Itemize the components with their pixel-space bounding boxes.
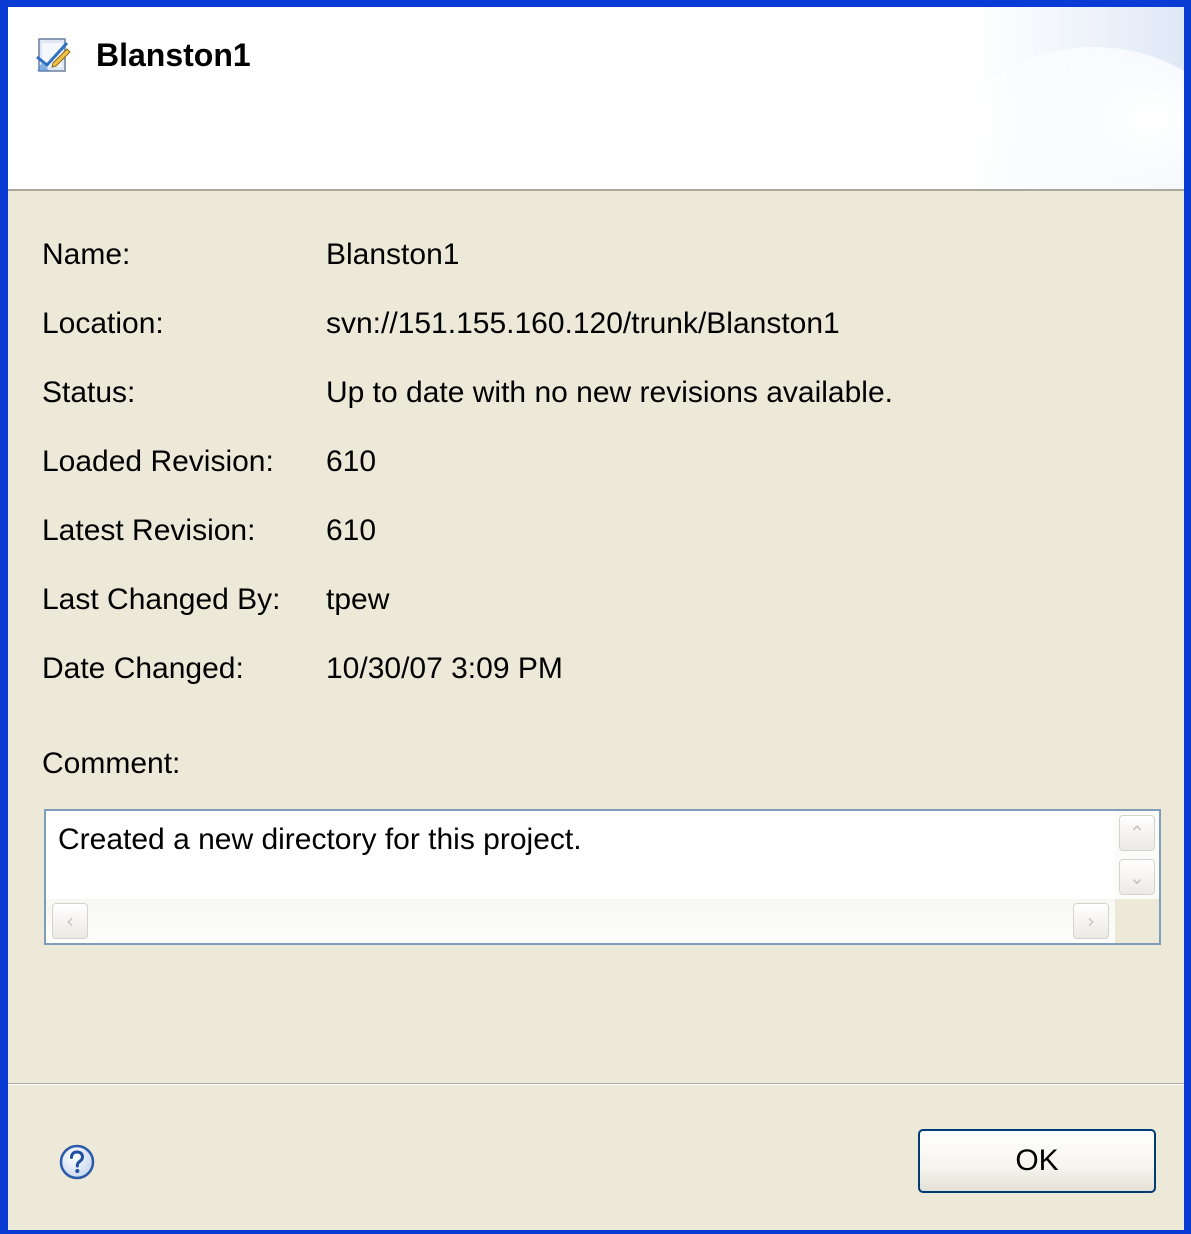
scrollbar-corner <box>1115 899 1159 943</box>
loaded-revision-label: Loaded Revision: <box>42 445 274 478</box>
date-changed-value: 10/30/07 3:09 PM <box>326 652 563 685</box>
date-changed-label: Date Changed: <box>42 652 244 685</box>
last-changed-by-label: Last Changed By: <box>42 583 281 616</box>
location-label: Location: <box>42 307 164 340</box>
loaded-revision-value: 610 <box>326 445 377 478</box>
scroll-right-icon[interactable]: › <box>1073 903 1109 939</box>
last-changed-by-value: tpew <box>326 583 390 616</box>
comment-textarea[interactable]: Created a new directory for this project… <box>44 809 1161 945</box>
dialog-header: Blanston1 <box>8 7 1184 191</box>
name-label: Name: <box>42 238 131 271</box>
status-value: Up to date with no new revisions availab… <box>326 376 893 409</box>
name-value: Blanston1 <box>326 238 460 271</box>
comment-text: Created a new directory for this project… <box>58 823 582 856</box>
status-label: Status: <box>42 376 136 409</box>
vertical-scrollbar[interactable]: ⌃ ⌄ <box>1115 811 1159 899</box>
location-value: svn://151.155.160.120/trunk/Blanston1 <box>326 307 840 340</box>
svn-properties-icon <box>36 38 71 72</box>
header-decoration <box>944 47 1184 189</box>
ok-button[interactable]: OK <box>918 1129 1156 1193</box>
properties-dialog: Blanston1 Name: Blanston1 Location: svn:… <box>0 0 1191 1234</box>
dialog-title: Blanston1 <box>96 37 251 73</box>
help-icon[interactable] <box>58 1143 96 1181</box>
footer-divider <box>8 1083 1184 1085</box>
horizontal-scrollbar[interactable]: ‹ › <box>46 899 1115 943</box>
scroll-down-icon[interactable]: ⌄ <box>1119 859 1155 895</box>
latest-revision-label: Latest Revision: <box>42 514 256 547</box>
comment-label: Comment: <box>42 747 181 780</box>
scroll-left-icon[interactable]: ‹ <box>52 903 88 939</box>
latest-revision-value: 610 <box>326 514 377 547</box>
scroll-up-icon[interactable]: ⌃ <box>1119 815 1155 851</box>
